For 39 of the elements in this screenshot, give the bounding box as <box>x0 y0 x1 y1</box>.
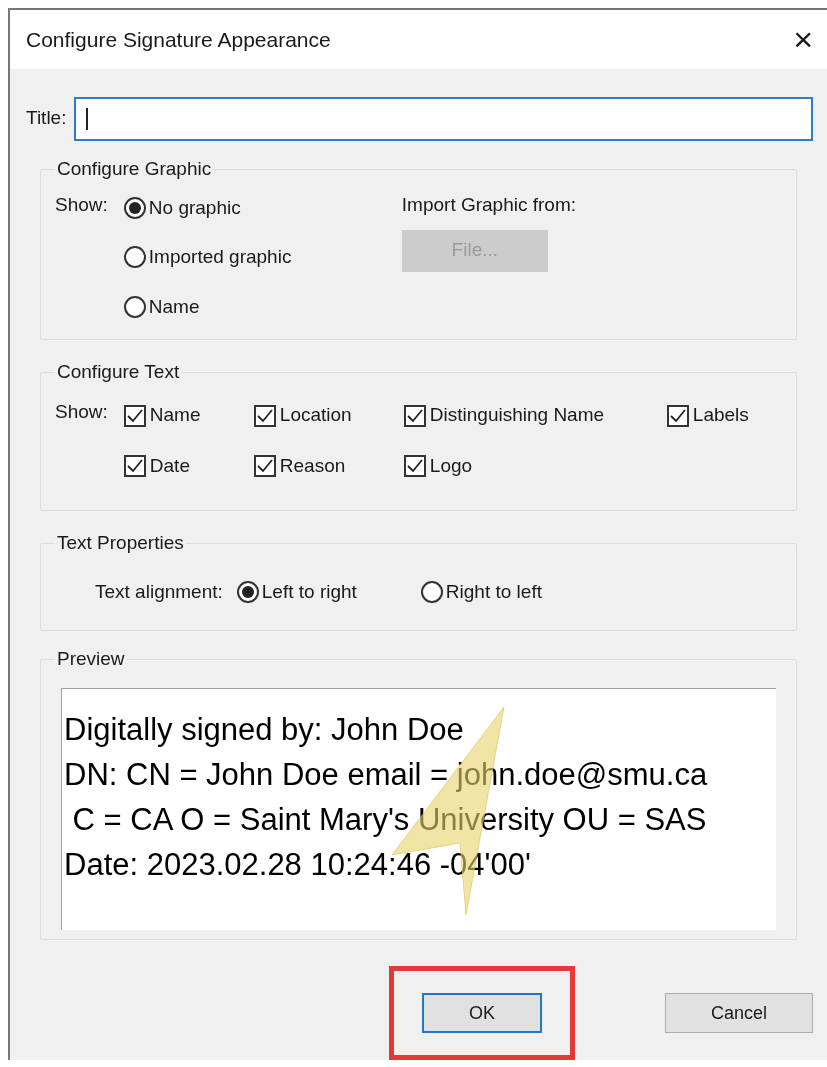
radio-button[interactable] <box>236 581 259 604</box>
checkbox-label: Name <box>149 403 201 428</box>
checkbox[interactable] <box>253 455 276 478</box>
checkbox[interactable] <box>123 404 146 427</box>
preview-line: Date: 2023.02.28 10:24:46 -04'00' <box>64 845 532 884</box>
checkbox[interactable] <box>403 455 426 478</box>
alignment-label: Text alignment: <box>95 580 223 604</box>
radio-label: Left to right <box>261 580 357 604</box>
text-cursor <box>86 107 89 130</box>
checkbox-label: Reason <box>279 453 346 478</box>
radio-button[interactable] <box>123 295 146 318</box>
preview-line: Digitally signed by: John Doe <box>64 710 465 749</box>
radio-label: Right to left <box>445 580 542 604</box>
checkbox-label: Distinguishing Name <box>429 403 605 428</box>
checkbox[interactable] <box>253 404 276 427</box>
show-label: Show: <box>55 401 108 425</box>
radio-label: No graphic <box>148 195 241 220</box>
close-button[interactable]: × <box>789 22 817 57</box>
radio-button[interactable] <box>123 246 146 269</box>
radio-label: Imported graphic <box>148 245 292 270</box>
preview-line: DN: CN = John Doe email = john.doe@smu.ca <box>64 755 709 794</box>
radio-button[interactable] <box>123 196 146 219</box>
cancel-button[interactable]: Cancel <box>665 993 813 1033</box>
checkbox-label: Labels <box>692 403 749 428</box>
checkbox[interactable] <box>123 455 146 478</box>
checkbox-label: Logo <box>429 453 473 478</box>
checkbox-label: Date <box>149 453 190 478</box>
radio-button[interactable] <box>420 581 443 604</box>
import-label: Import Graphic from: <box>401 193 577 216</box>
checkbox[interactable] <box>666 404 689 427</box>
title-field[interactable] <box>74 96 813 141</box>
radio-label: Name <box>148 294 200 319</box>
show-label: Show: <box>55 193 108 217</box>
field-label: Title: <box>26 106 67 131</box>
checkbox[interactable] <box>403 404 426 427</box>
checkbox-label: Location <box>279 403 352 428</box>
preview-line: C = CA O = Saint Mary's University OU = SAS <box>71 800 708 839</box>
window-title: Configure Signature Appearance <box>26 26 331 53</box>
ok-button[interactable]: OK <box>422 993 542 1033</box>
